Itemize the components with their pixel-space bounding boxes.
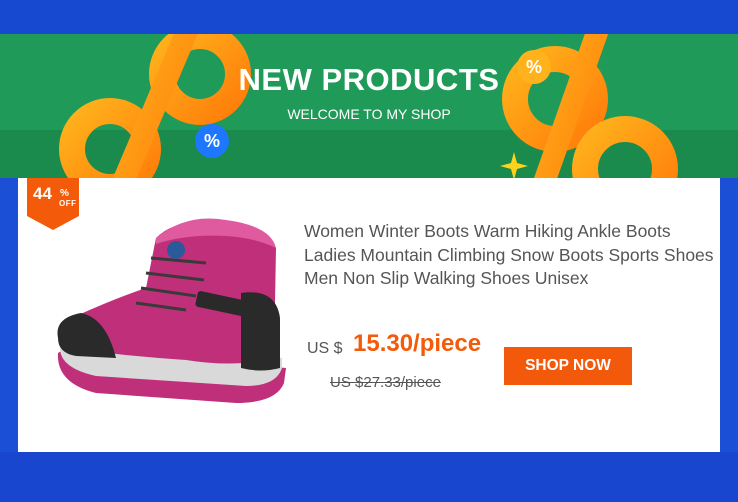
original-price: US $27.33/piece: [330, 374, 441, 391]
background-top-stripe: [0, 0, 738, 34]
price-currency-label: US $: [307, 340, 343, 357]
hiking-boot-image[interactable]: [36, 208, 304, 408]
discount-value: 44: [33, 184, 52, 203]
discount-percent: %: [60, 188, 69, 199]
svg-text:%: %: [204, 131, 220, 151]
product-card[interactable]: 44 % OFF Women Winter Boots Warm Hiking …: [18, 178, 720, 452]
shop-now-button[interactable]: SHOP NOW: [504, 347, 632, 385]
percent-badge-icon: %: [195, 124, 229, 158]
background-bottom-stripe: [0, 452, 738, 502]
product-price: 15.30/piece: [353, 330, 482, 357]
promo-banner: % % NEW PRODUCTS WELCOME TO MY SHOP: [0, 34, 738, 178]
sparkle-icon: [500, 152, 528, 178]
product-title[interactable]: Women Winter Boots Warm Hiking Ankle Boo…: [304, 220, 716, 291]
discount-off: OFF: [59, 199, 77, 208]
banner-title: NEW PRODUCTS: [238, 62, 500, 97]
banner-subtitle: WELCOME TO MY SHOP: [287, 106, 451, 122]
